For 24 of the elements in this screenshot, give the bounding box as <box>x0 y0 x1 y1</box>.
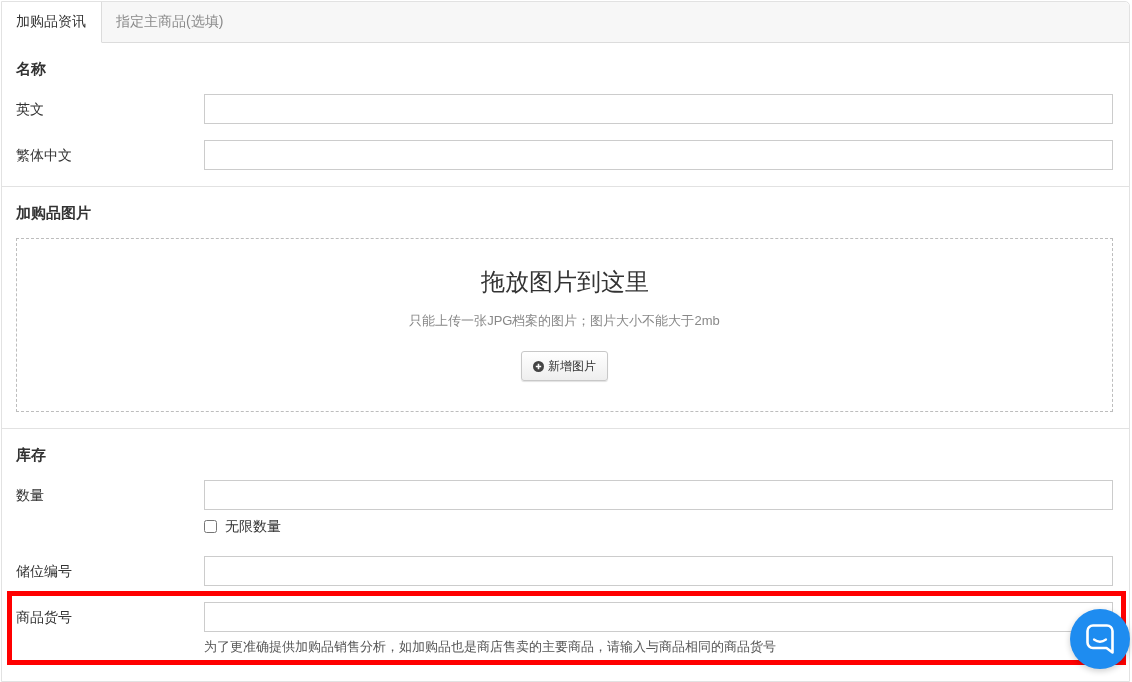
text-input[interactable] <box>204 480 1113 510</box>
checkbox[interactable] <box>204 519 217 533</box>
add-image-button[interactable]: 新增图片 <box>521 351 608 381</box>
field-label: 数量 <box>16 486 44 505</box>
help-text: 为了更准确提供加购品销售分析，如加购品也是商店售卖的主要商品，请输入与商品相同的商品货号 <box>204 638 776 655</box>
checkbox-label: 无限数量 <box>225 517 281 535</box>
drop-zone-hint: 只能上传一张JPG档案的图片；图片大小不能大于2mb <box>409 312 720 330</box>
plus-circle-icon <box>533 360 544 372</box>
tab[interactable]: 加购品资讯 <box>2 2 102 43</box>
text-input[interactable] <box>204 556 1113 586</box>
text-input[interactable] <box>204 94 1113 124</box>
field-label: 商品货号 <box>16 608 72 627</box>
drop-zone[interactable]: 拖放图片到这里 只能上传一张JPG档案的图片；图片大小不能大于2mb 新增图片 <box>16 238 1113 412</box>
section-title: 加购品图片 <box>16 203 92 223</box>
field-label: 储位编号 <box>16 562 72 581</box>
field-label: 繁体中文 <box>16 146 72 165</box>
section-title: 名称 <box>16 59 47 79</box>
text-input[interactable] <box>204 140 1113 170</box>
chat-button[interactable] <box>1070 609 1130 669</box>
drop-zone-title: 拖放图片到这里 <box>480 267 649 297</box>
field-label: 英文 <box>16 100 44 119</box>
section-title: 库存 <box>16 445 47 465</box>
chat-icon <box>1086 624 1114 654</box>
text-input[interactable] <box>204 602 1113 632</box>
